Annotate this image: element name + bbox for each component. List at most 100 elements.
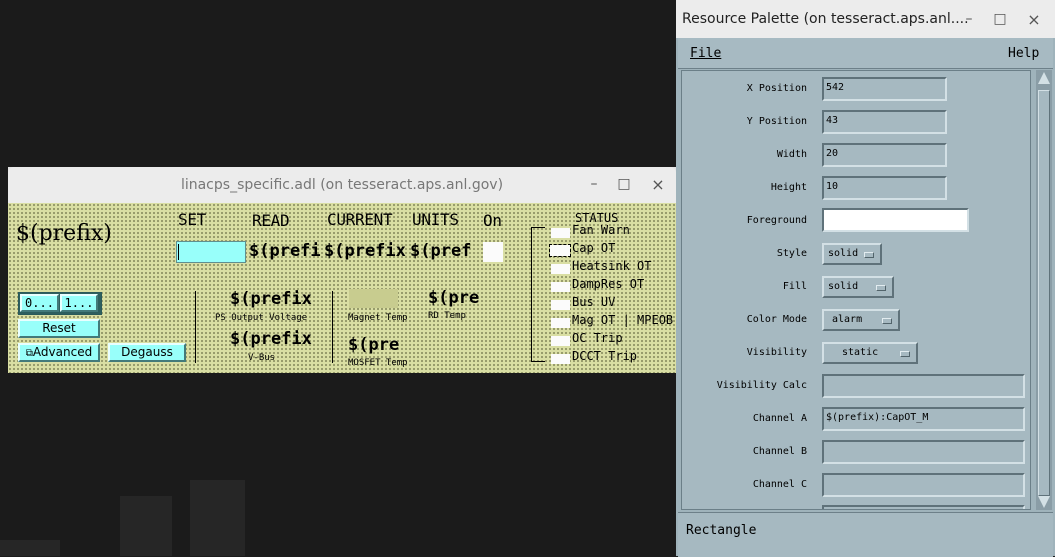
status-bracket <box>531 227 532 361</box>
degauss-button[interactable]: Degauss <box>108 343 186 362</box>
desktop-background-shape <box>0 540 60 556</box>
readback-value: $(prefi <box>249 241 321 261</box>
maximize-icon[interactable]: □ <box>616 176 632 192</box>
adl-window-title: linacps_specific.adl (on tesseract.aps.a… <box>180 177 504 193</box>
desktop-background-shape <box>120 496 172 556</box>
option-indicator-icon <box>864 252 874 258</box>
status-label: Heatsink OT <box>572 259 652 273</box>
status-label: Fan Warn <box>572 223 630 237</box>
selected-object-type: Rectangle <box>686 523 757 538</box>
status-label: OC Trip <box>572 331 623 345</box>
reset-button[interactable]: Reset <box>18 319 100 338</box>
current-value: $(prefix <box>324 241 406 261</box>
x-position-field[interactable]: 542 <box>822 77 947 101</box>
status-label: Cap OT <box>572 241 616 255</box>
resource-scroll-area[interactable]: X Position 542 Y Position 43 Width 20 He… <box>681 70 1031 510</box>
foreground-color-swatch[interactable] <box>822 208 969 232</box>
status-bracket <box>531 227 545 228</box>
on-indicator <box>483 242 503 262</box>
visibility-calc-field[interactable] <box>822 374 1025 398</box>
scroll-up-arrow-icon[interactable] <box>1038 72 1050 84</box>
status-led-bus-uv <box>551 300 570 310</box>
color-mode-option-menu[interactable]: alarm <box>822 309 900 331</box>
width-field[interactable]: 20 <box>822 143 947 167</box>
magnet-temp-value <box>349 289 398 308</box>
fill-label: Fill <box>782 281 807 292</box>
maximize-icon[interactable]: □ <box>992 11 1008 27</box>
minimize-icon[interactable]: – <box>961 11 977 27</box>
width-label: Width <box>776 149 807 160</box>
v-bus-value: $(prefix <box>230 329 312 349</box>
header-on: On <box>483 211 502 230</box>
close-icon[interactable]: × <box>650 175 666 194</box>
rd-temp-label: RD Temp <box>428 311 466 321</box>
height-field[interactable]: 10 <box>822 176 947 200</box>
x-position-label: X Position <box>746 83 807 94</box>
adl-titlebar[interactable]: linacps_specific.adl (on tesseract.aps.a… <box>8 167 676 203</box>
height-label: Height <box>770 182 807 193</box>
mode-button-1[interactable]: 1... <box>60 294 98 312</box>
mode-button-0[interactable]: 0... <box>20 294 59 312</box>
status-led-oc-trip <box>551 336 570 346</box>
advanced-button[interactable]: ⧉Advanced <box>18 343 100 362</box>
header-units: UNITS <box>412 210 459 229</box>
related-display-icon: ⧉ <box>25 348 33 359</box>
status-led-cap-ot-selected[interactable] <box>549 244 571 257</box>
mosfet-temp-value: $(pre <box>348 335 400 355</box>
status-label: DampRes OT <box>572 277 645 291</box>
header-read: READ <box>252 211 290 230</box>
channel-a-field[interactable]: $(prefix):CapOT_M <box>822 407 1025 431</box>
separator-line <box>195 291 196 363</box>
vertical-scrollbar[interactable] <box>1036 70 1052 510</box>
adl-display-canvas: $(prefix) SET READ CURRENT UNITS On $(pr… <box>8 203 676 373</box>
minimize-icon[interactable]: – <box>586 176 602 192</box>
close-icon[interactable]: × <box>1026 10 1042 29</box>
next-field-partial[interactable] <box>822 505 1025 509</box>
channel-b-field[interactable] <box>822 440 1025 464</box>
channel-b-label: Channel B <box>752 446 807 457</box>
visibility-label: Visibility <box>746 347 807 358</box>
visibility-value: static <box>842 347 879 358</box>
advanced-label: Advanced <box>32 345 93 359</box>
mosfet-temp-label: MOSFET Temp <box>348 358 408 368</box>
status-bracket <box>531 361 545 362</box>
visibility-option-menu[interactable]: static <box>822 342 918 364</box>
rd-temp-value: $(pre <box>428 288 480 308</box>
style-value: solid <box>828 248 859 259</box>
prefix-title: $(prefix) <box>16 221 112 246</box>
y-position-field[interactable]: 43 <box>822 110 947 134</box>
text-cursor <box>178 244 179 260</box>
status-label: Bus UV <box>572 295 616 309</box>
style-label: Style <box>776 248 807 259</box>
option-indicator-icon <box>900 351 910 357</box>
resource-palette-titlebar[interactable]: Resource Palette (on tesseract.aps.anl..… <box>676 0 1055 38</box>
status-label: Mag OT | MPEOB <box>572 313 674 327</box>
channel-c-field[interactable] <box>822 473 1025 497</box>
status-led-fan-warn <box>551 228 570 238</box>
v-bus-label: V-Bus <box>248 353 276 363</box>
ps-output-voltage-label: PS Output Voltage <box>215 313 308 323</box>
foreground-label: Foreground <box>746 215 807 226</box>
menu-bar: File Help <box>678 38 1053 69</box>
separator-line <box>332 291 333 363</box>
header-current: CURRENT <box>327 210 393 229</box>
setpoint-input[interactable] <box>176 241 246 263</box>
channel-c-label: Channel C <box>752 479 807 490</box>
option-indicator-icon <box>882 318 892 324</box>
resource-palette-window: Resource Palette (on tesseract.aps.anl..… <box>676 0 1055 557</box>
scroll-down-arrow-icon[interactable] <box>1038 496 1050 508</box>
units-value: $(pref <box>410 241 472 261</box>
adl-window: linacps_specific.adl (on tesseract.aps.a… <box>8 167 676 373</box>
menu-help[interactable]: Help <box>1008 46 1039 61</box>
magnet-temp-label: Magnet Temp <box>348 313 408 323</box>
status-led-dampres-ot <box>551 282 570 292</box>
color-mode-value: alarm <box>832 314 863 325</box>
style-option-menu[interactable]: solid <box>822 243 882 265</box>
ps-output-voltage-value: $(prefix <box>230 289 312 309</box>
channel-a-label: Channel A <box>752 413 807 424</box>
menu-file[interactable]: File <box>690 46 721 61</box>
status-label: DCCT Trip <box>572 349 638 363</box>
scrollbar-thumb[interactable] <box>1038 90 1050 496</box>
fill-value: solid <box>828 281 859 292</box>
fill-option-menu[interactable]: solid <box>822 276 894 298</box>
